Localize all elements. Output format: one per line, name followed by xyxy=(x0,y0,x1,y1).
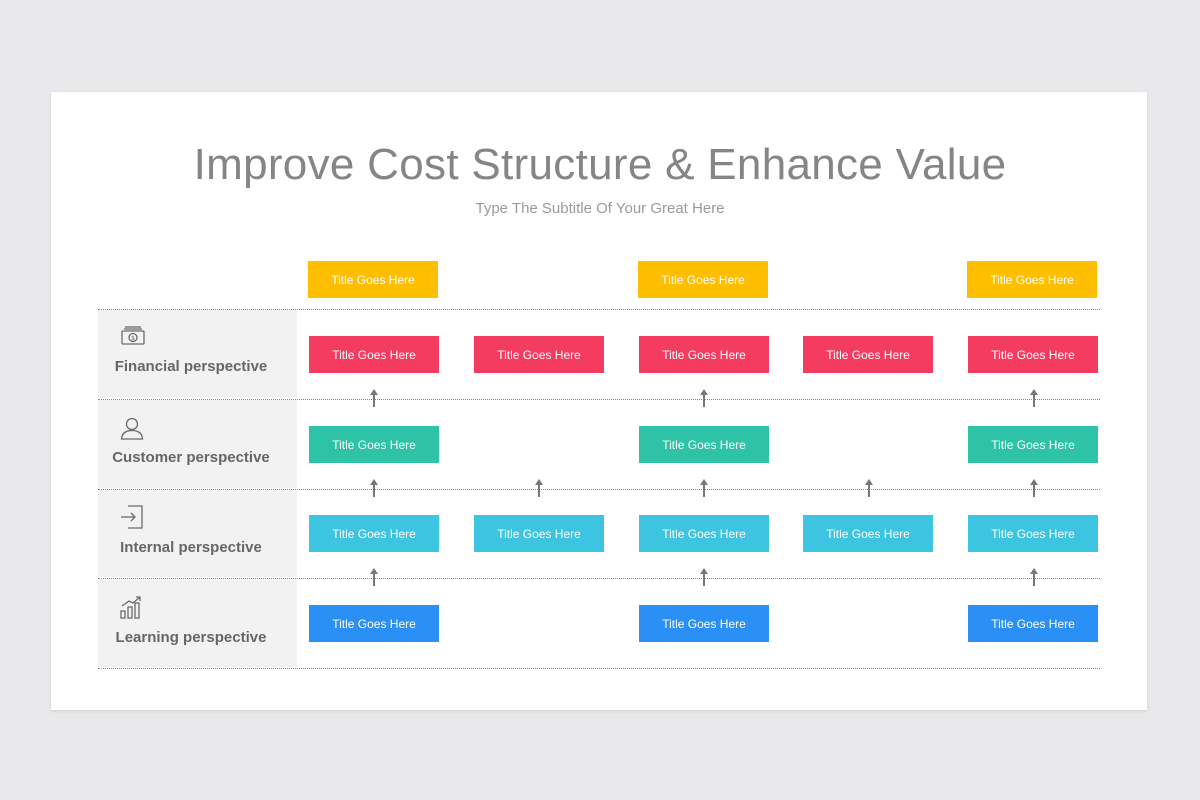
row-label-internal: Internal perspective xyxy=(120,539,262,556)
financial-title-box: Title Goes Here xyxy=(803,336,933,373)
financial-title-box: Title Goes Here xyxy=(309,336,439,373)
internal-title-box: Title Goes Here xyxy=(309,515,439,552)
user-icon xyxy=(119,415,145,441)
customer-title-box: Title Goes Here xyxy=(309,426,439,463)
top-title-box: Title Goes Here xyxy=(967,261,1097,298)
row-label-learning: Learning perspective xyxy=(115,629,267,646)
internal-title-box: Title Goes Here xyxy=(968,515,1098,552)
financial-title-box: Title Goes Here xyxy=(968,336,1098,373)
sign-in-icon xyxy=(119,504,145,530)
up-arrow-icon xyxy=(1030,389,1038,407)
divider xyxy=(98,399,1100,400)
up-arrow-icon xyxy=(370,568,378,586)
growth-chart-icon xyxy=(119,594,145,620)
divider xyxy=(98,668,1100,669)
row-label-financial: Financial perspective xyxy=(114,358,268,375)
top-title-box: Title Goes Here xyxy=(638,261,768,298)
up-arrow-icon xyxy=(535,479,543,497)
page-title: Improve Cost Structure & Enhance Value xyxy=(193,140,1007,189)
up-arrow-icon xyxy=(865,479,873,497)
learning-title-box: Title Goes Here xyxy=(968,605,1098,642)
row-bg-learning xyxy=(98,579,297,667)
divider xyxy=(98,578,1100,579)
money-icon: $ xyxy=(120,324,146,350)
internal-title-box: Title Goes Here xyxy=(803,515,933,552)
up-arrow-icon xyxy=(700,389,708,407)
learning-title-box: Title Goes Here xyxy=(639,605,769,642)
up-arrow-icon xyxy=(1030,479,1038,497)
financial-title-box: Title Goes Here xyxy=(639,336,769,373)
row-bg-customer xyxy=(98,400,297,488)
row-label-customer: Customer perspective xyxy=(112,449,270,466)
internal-title-box: Title Goes Here xyxy=(639,515,769,552)
customer-title-box: Title Goes Here xyxy=(968,426,1098,463)
financial-title-box: Title Goes Here xyxy=(474,336,604,373)
up-arrow-icon xyxy=(700,479,708,497)
internal-title-box: Title Goes Here xyxy=(474,515,604,552)
divider xyxy=(98,489,1100,490)
top-title-box: Title Goes Here xyxy=(308,261,438,298)
customer-title-box: Title Goes Here xyxy=(639,426,769,463)
up-arrow-icon xyxy=(370,479,378,497)
up-arrow-icon xyxy=(370,389,378,407)
page-subtitle: Type The Subtitle Of Your Great Here xyxy=(475,200,725,217)
up-arrow-icon xyxy=(700,568,708,586)
svg-text:$: $ xyxy=(131,335,135,342)
divider xyxy=(98,309,1100,310)
up-arrow-icon xyxy=(1030,568,1038,586)
learning-title-box: Title Goes Here xyxy=(309,605,439,642)
